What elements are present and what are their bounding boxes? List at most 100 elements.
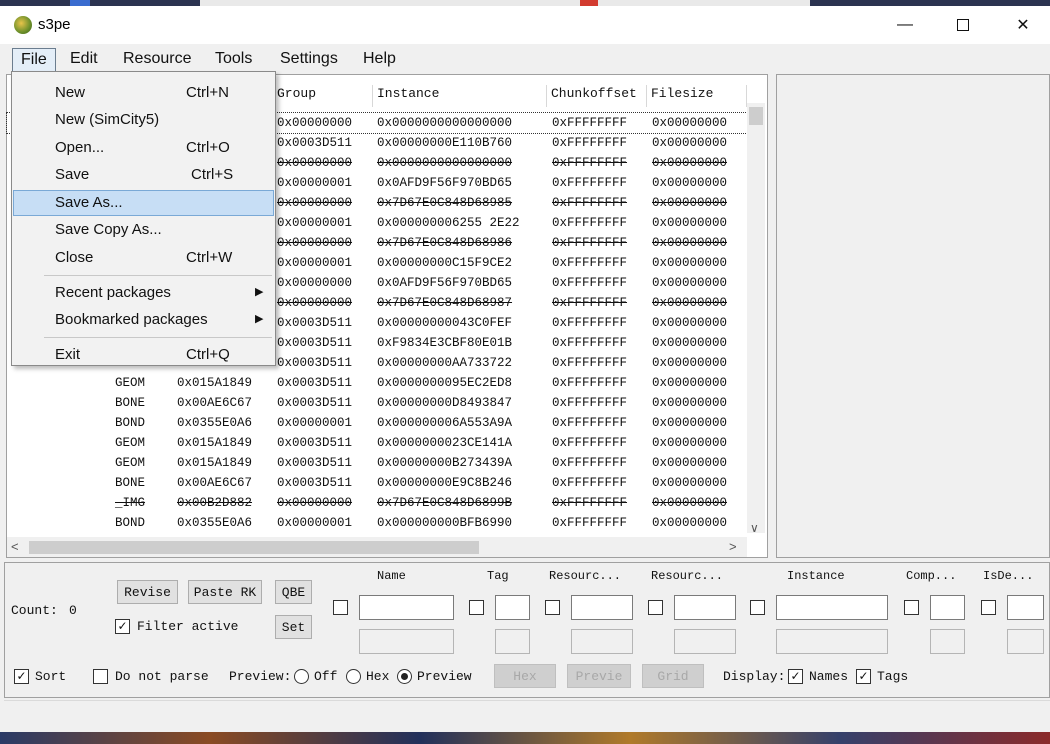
table-row[interactable]: GEOM 0x015A1849 0x0003D511 0x0000000095EC2E…	[7, 373, 747, 393]
cell-tag: BOND	[115, 516, 146, 530]
filter-resource-group-input[interactable]	[674, 595, 736, 620]
filter-name-input[interactable]	[359, 595, 454, 620]
cell-chunkoffset: 0xFFFFFFFF	[552, 376, 628, 390]
scroll-left-icon[interactable]: <	[11, 539, 19, 554]
vertical-scroll-thumb[interactable]	[749, 107, 763, 125]
menu-item-save[interactable]: Save Ctrl+S	[13, 162, 274, 188]
filter-active-label: Filter active	[137, 619, 239, 634]
filter-header-instance: Instance	[787, 569, 845, 583]
cell-tag: GEOM	[115, 436, 146, 450]
qbe-isdeleted-field	[1007, 629, 1044, 654]
cell-chunkoffset: 0xFFFFFFFF	[552, 336, 628, 350]
cell-filesize: 0x00000000	[652, 276, 728, 290]
column-header-chunkoffset[interactable]: Chunkoffset	[547, 85, 647, 107]
cell-tag: BONE	[115, 396, 146, 410]
cell-tag: BOND	[115, 416, 146, 430]
qbe-compressed-field	[930, 629, 965, 654]
filter-compressed-checkbox[interactable]	[904, 600, 919, 615]
hex-button[interactable]: Hex	[494, 664, 556, 688]
display-names-checkbox[interactable]: ✓	[788, 669, 803, 684]
display-tags-checkbox[interactable]: ✓	[856, 669, 871, 684]
cell-filesize: 0x00000000	[652, 216, 728, 230]
filter-instance-input[interactable]	[776, 595, 888, 620]
cell-tag: _IMG	[115, 496, 146, 510]
preview-hex-label: Hex	[366, 669, 390, 684]
cell-filesize: 0x00000000	[652, 176, 728, 190]
cell-chunkoffset: 0xFFFFFFFF	[552, 196, 628, 210]
filter-isdeleted-input[interactable]	[1007, 595, 1044, 620]
horizontal-scroll-thumb[interactable]	[29, 541, 479, 554]
do-not-parse-checkbox[interactable]	[93, 669, 108, 684]
revise-button[interactable]: Revise	[117, 580, 178, 604]
menu-item-new-simcity5[interactable]: New (SimCity5)	[13, 107, 274, 133]
column-header-filesize[interactable]: Filesize	[647, 85, 747, 107]
minimize-button[interactable]: —	[882, 12, 928, 38]
preview-hex-radio[interactable]	[346, 669, 361, 684]
cell-instance: 0x00000000C15F9CE2	[377, 256, 513, 270]
menu-item-close[interactable]: Close Ctrl+W	[13, 245, 274, 271]
menu-edit[interactable]: Edit	[62, 48, 106, 72]
set-button[interactable]: Set	[275, 615, 312, 639]
cell-chunkoffset: 0xFFFFFFFF	[552, 256, 628, 270]
maximize-button[interactable]	[940, 12, 986, 38]
filter-compressed-input[interactable]	[930, 595, 965, 620]
menu-settings[interactable]: Settings	[272, 48, 346, 72]
menu-item-save-copy-as[interactable]: Save Copy As...	[13, 217, 274, 243]
filter-active-checkbox[interactable]: ✓	[115, 619, 130, 634]
scroll-down-icon[interactable]: ∨	[750, 521, 759, 535]
close-button[interactable]: ✕	[1000, 12, 1046, 38]
cell-group: 0x00000000	[277, 296, 353, 310]
paste-rk-button[interactable]: Paste RK	[188, 580, 262, 604]
preview-preview-label: Preview	[417, 669, 472, 684]
cell-instance: 0x7D67E0C848D68985	[377, 196, 513, 210]
sort-checkbox[interactable]: ✓	[14, 669, 29, 684]
preview-preview-radio[interactable]	[397, 669, 412, 684]
cell-instance: 0x00000000AA733722	[377, 356, 513, 370]
menu-item-bookmarked-packages[interactable]: Bookmarked packages ▶	[13, 307, 274, 333]
table-row[interactable]: BONE 0x00AE6C67 0x0003D511 0x00000000D84938…	[7, 393, 747, 413]
menu-item-exit[interactable]: Exit Ctrl+Q	[13, 342, 274, 368]
grid-button[interactable]: Grid	[642, 664, 704, 688]
column-header-instance[interactable]: Instance	[373, 85, 547, 107]
cell-chunkoffset: 0xFFFFFFFF	[552, 456, 628, 470]
filter-isdeleted-checkbox[interactable]	[981, 600, 996, 615]
menu-resource[interactable]: Resource	[115, 48, 199, 72]
table-row[interactable]: GEOM 0x015A1849 0x0003D511 0x0000000023CE14…	[7, 433, 747, 453]
menu-item-new[interactable]: New Ctrl+N	[13, 80, 274, 106]
menu-item-open[interactable]: Open... Ctrl+O	[13, 135, 274, 161]
qbe-button[interactable]: QBE	[275, 580, 312, 604]
filter-tag-input[interactable]	[495, 595, 530, 620]
filter-instance-checkbox[interactable]	[750, 600, 765, 615]
scroll-right-icon[interactable]: >	[729, 539, 737, 554]
horizontal-scrollbar[interactable]: < >	[7, 537, 747, 557]
menu-item-shortcut: Ctrl+N	[186, 84, 229, 101]
cell-type: 0x015A1849	[177, 436, 253, 450]
cell-chunkoffset: 0xFFFFFFFF	[552, 156, 628, 170]
submenu-arrow-icon: ▶	[255, 286, 264, 298]
table-row[interactable]: GEOM 0x015A1849 0x0003D511 0x00000000B27343…	[7, 453, 747, 473]
vertical-scrollbar[interactable]: ∨	[747, 103, 765, 535]
menu-file[interactable]: File	[12, 48, 56, 72]
filter-name-checkbox[interactable]	[333, 600, 348, 615]
filter-resource-type-input[interactable]	[571, 595, 633, 620]
menu-item-recent-packages[interactable]: Recent packages ▶	[13, 280, 274, 306]
menu-help[interactable]: Help	[355, 48, 404, 72]
qbe-name-field	[359, 629, 454, 654]
filter-resource-type-checkbox[interactable]	[545, 600, 560, 615]
filter-tag-checkbox[interactable]	[469, 600, 484, 615]
table-row[interactable]: BOND 0x0355E0A6 0x00000001 0x000000000BFB69…	[7, 513, 747, 533]
menu-tools[interactable]: Tools	[207, 48, 260, 72]
preview-off-label: Off	[314, 669, 338, 684]
preview-off-radio[interactable]	[294, 669, 309, 684]
menu-item-label: Save Copy As...	[55, 221, 162, 238]
column-header-group[interactable]: Group	[273, 85, 373, 107]
table-row[interactable]: BONE 0x00AE6C67 0x0003D511 0x00000000E9C8B2…	[7, 473, 747, 493]
menu-item-save-as[interactable]: Save As...	[13, 190, 274, 216]
cell-tag: BONE	[115, 476, 146, 490]
cell-tag: GEOM	[115, 376, 146, 390]
preview-button[interactable]: Previe	[567, 664, 631, 688]
cell-instance: 0x0000000000000000	[377, 156, 513, 170]
filter-resource-group-checkbox[interactable]	[648, 600, 663, 615]
table-row[interactable]: _IMG 0x00B2D882 0x00000000 0x7D67E0C848D689…	[7, 493, 747, 513]
table-row[interactable]: BOND 0x0355E0A6 0x00000001 0x000000006A553A…	[7, 413, 747, 433]
